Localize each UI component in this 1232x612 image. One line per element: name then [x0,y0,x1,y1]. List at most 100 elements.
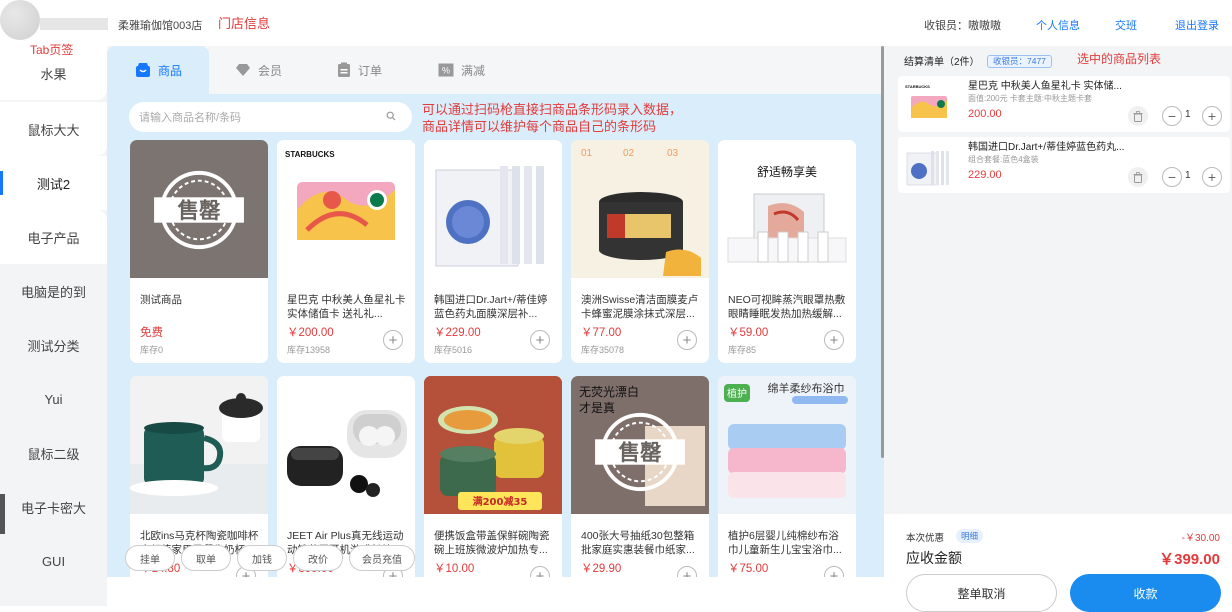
product-price: ￥10.00 [434,563,475,575]
tab-label: 会员 [258,63,283,78]
diamond-icon [236,64,250,76]
mask-box-thumb [906,151,949,186]
search-icon[interactable] [386,111,396,121]
product-card[interactable]: 满200减35 便携饭盒带盖保鲜碗陶瓷碗上班族微波炉加热专... ￥10.00 … [424,376,562,599]
shop-icon [136,63,150,77]
product-stock: 库存5016 [434,345,473,355]
product-price: ￥77.00 [581,327,622,339]
add-money-button[interactable]: 加钱 [237,545,287,571]
product-name: 澳洲Swisse清洁面膜麦卢卡蜂蜜泥膜涂抹式深层... [581,294,699,320]
product-card[interactable]: 舒适畅享美 NEO可视眸蒸汽眼罩热敷眼睛睡眠发热加热缓解... ￥59.00 库… [718,140,856,363]
tab-orders[interactable]: 订单 [337,46,427,94]
product-card[interactable]: 韩国进口Dr.Jart+/蒂佳婷蓝色药丸面膜深层补... ￥229.00 库存5… [424,140,562,363]
brand-text: STARBUCKS [285,150,335,159]
percent-icon: % [438,63,454,77]
category-label: 测试2 [36,176,71,192]
slogan-text: 舒适畅享美 [757,164,817,179]
towel-image: 植护 绵羊柔纱布浴巾 [724,381,848,498]
product-card[interactable]: STARBUCKS 星巴克 中秋美人鱼星礼卡 实体储值卡 送礼礼... ￥200… [277,140,415,363]
product-stock: 库存13958 [287,345,331,355]
svg-text:03: 03 [667,148,679,159]
starbucks-card-image: STARBUCKS [285,150,395,240]
category-item[interactable]: Yui [0,372,107,426]
cart-item-image: STARBUCKS [905,82,953,126]
hold-order-button[interactable]: 挂单 [125,545,175,571]
cart-item-qty: 1 [1185,170,1191,181]
cart-item: STARBUCKS 星巴克 中秋美人鱼星礼卡 实体储... 面值:200元 卡套… [898,76,1230,132]
tab-members[interactable]: 会员 [235,46,325,94]
category-item[interactable]: 测试分类 [0,318,107,372]
increase-qty-button[interactable]: + [1202,167,1222,187]
category-item[interactable]: 电子卡密大 [0,480,107,534]
product-price: 免费 [140,327,163,339]
logout-link[interactable]: 退出登录 [1175,17,1219,33]
product-name: 400张大号抽纸30包整箱批家庭实惠装餐巾纸家... [581,530,695,556]
category-item[interactable]: 鼠标二级 [0,426,107,480]
sidebar-drag-handle[interactable] [0,494,5,534]
member-recharge-button[interactable]: 会员充值 [349,545,415,571]
product-stock: 库存0 [140,345,164,355]
product-image [277,376,415,514]
product-price: ￥59.00 [728,327,769,339]
action-bar [107,577,884,606]
store-avatar [0,0,40,40]
product-card[interactable]: 01 02 03 澳洲Swisse清洁面膜麦卢卡蜂蜜泥膜涂抹式深层... ￥77… [571,140,709,363]
stamp-text: 售罄 [619,440,662,466]
trash-icon[interactable] [1128,167,1148,187]
category-label: 电子产品 [27,230,80,246]
category-item[interactable]: GUI [0,534,107,588]
trash-icon[interactable] [1128,106,1148,126]
product-card[interactable]: 售罄 测试商品 免费 库存0 [130,140,268,363]
category-label: Yui [44,391,63,407]
collect-payment-button[interactable]: 收款 [1070,574,1221,612]
eye-mask-image: 舒适畅享美 [727,164,847,263]
blurred-store-prefix [40,18,108,30]
search-input[interactable]: 请输入商品名称/条码 [129,102,412,132]
product-name: 星巴克 中秋美人鱼星礼卡 实体储值卡 送礼礼... [287,294,406,320]
amount-due-value: ￥399.00 [1159,551,1220,568]
profile-link[interactable]: 个人信息 [1036,17,1080,33]
cancel-order-button[interactable]: 整单取消 [906,574,1057,612]
product-card[interactable]: 无荧光漂白 才是真 售罄 400张大号抽纸30包整箱批家庭实惠装餐巾纸家... … [571,376,709,599]
category-item[interactable]: 电子产品 [0,210,107,264]
decrease-qty-button[interactable]: − [1162,167,1182,187]
cart-item-image [905,143,953,187]
product-image: 舒适畅享美 [718,140,856,278]
annotation-barcode-line2: 商品详情可以维护每个商品自己的条形码 [422,119,657,134]
category-item-active[interactable]: 测试2 [0,156,107,210]
starbucks-card-thumb: STARBUCKS [905,84,947,118]
category-item[interactable]: 鼠标大大 [0,102,107,156]
tab-products[interactable]: 商品 [107,46,209,94]
product-price: ￥200.00 [287,327,334,339]
product-card[interactable]: 植护 绵羊柔纱布浴巾 植护6层婴儿纯棉纱布浴巾儿童新生儿宝宝浴巾... ￥75.… [718,376,856,599]
top-bar: 柔雅瑜伽馆003店 门店信息 收银员：嗷嗷嗷 个人信息 交班 退出登录 [0,0,1232,46]
change-price-button[interactable]: 改价 [293,545,343,571]
product-price: ￥229.00 [434,327,481,339]
promo-text: 满200减35 [473,495,528,508]
product-stock: 库存35078 [581,345,625,355]
svg-text:%: % [442,66,450,76]
tab-discounts[interactable]: % 满减 [438,46,528,94]
discount-detail-link[interactable]: 明细 [956,529,984,543]
increase-qty-button[interactable]: + [1202,106,1222,126]
add-to-cart-button[interactable]: + [530,330,550,350]
product-name: 便携饭盒带盖保鲜碗陶瓷碗上班族微波炉加热专... [434,530,550,556]
add-to-cart-button[interactable]: + [677,330,697,350]
product-price: ￥29.90 [581,563,622,575]
category-item[interactable]: 电脑是的到 [0,264,107,318]
add-to-cart-button[interactable]: + [824,330,844,350]
product-name: 韩国进口Dr.Jart+/蒂佳婷蓝色药丸面膜深层补... [434,294,548,320]
sold-out-stamp: 售罄 [595,412,685,492]
retrieve-order-button[interactable]: 取单 [181,545,231,571]
brand-text: 植护 [727,387,747,400]
shift-handover-link[interactable]: 交班 [1115,17,1137,33]
decrease-qty-button[interactable]: − [1162,106,1182,126]
add-to-cart-button[interactable]: + [383,330,403,350]
clipboard-icon [338,62,350,77]
brand-text: STARBUCKS [905,84,930,89]
earbuds-image [287,410,407,497]
cart-title: 结算清单（2件） [904,57,980,68]
discount-value: -￥30.00 [1181,533,1220,544]
product-name: 植护6层婴儿纯棉纱布浴巾儿童新生儿宝宝浴巾... [728,530,842,556]
product-image: 01 02 03 [571,140,709,278]
